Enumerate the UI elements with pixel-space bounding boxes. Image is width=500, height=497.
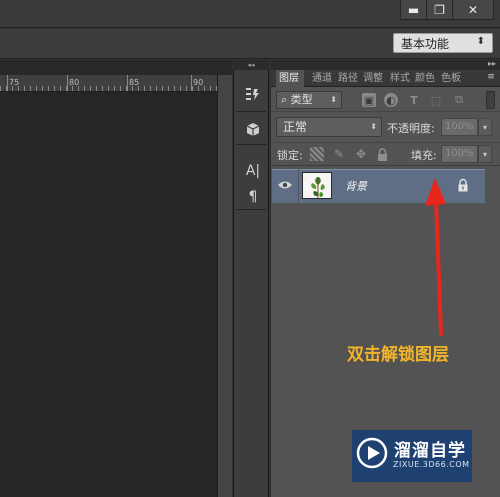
tab-channels[interactable]: 通道 (312, 70, 334, 87)
lock-label: 锁定: (277, 149, 303, 162)
tab-styles[interactable]: 样式 (390, 70, 410, 87)
filter-smartobject-icon[interactable]: ⧉ (452, 93, 466, 107)
character-icon[interactable]: A| (244, 162, 262, 180)
ruler-major-tick (7, 75, 8, 91)
blend-mode-select[interactable]: 正常 ⬍ (276, 117, 382, 137)
tab-swatches[interactable]: 色板 (441, 70, 463, 87)
ruler-label: 90 (193, 78, 204, 87)
history-icon-graphic (246, 88, 259, 100)
watermark-url: ZIXUE.3D66.COM (393, 460, 470, 469)
lock-all-graphic (377, 147, 387, 161)
cube-icon-graphic (246, 123, 260, 136)
fill-label: 填充: (411, 149, 437, 162)
ruler-label: 75 (9, 78, 20, 87)
history-icon[interactable] (244, 85, 262, 103)
layer-filter-select[interactable]: ⌕ 类型 ⬍ (276, 91, 342, 109)
lock-image-brush-icon[interactable]: ✎ (332, 147, 346, 161)
tab-color[interactable]: 颜色 (415, 70, 435, 87)
tab-adjustments[interactable]: 调整 (363, 70, 384, 87)
panel-tab-bar (271, 70, 500, 87)
play-logo-icon (356, 437, 388, 469)
annotation-arrow (425, 178, 446, 336)
lock-position-icon[interactable]: ✥ (354, 147, 368, 161)
filter-pixel-icon[interactable]: ▣ (362, 93, 376, 107)
workspace-select[interactable]: 基本功能 ⬍ (393, 33, 493, 53)
layer-name[interactable]: 背景 (345, 178, 367, 194)
tab-paths[interactable]: 路径 (338, 70, 358, 87)
strip-collapse-button[interactable]: ◂◂ (233, 60, 269, 70)
filter-kind-label: 类型 (290, 93, 313, 106)
search-icon: ⌕ (281, 93, 291, 106)
opacity-label: 不透明度: (387, 122, 435, 135)
lock-transparent-icon[interactable] (310, 147, 324, 161)
close-button[interactable]: ✕ (452, 0, 494, 20)
annotation-text: 双击解锁图层 (347, 345, 449, 365)
canvas[interactable] (0, 93, 217, 497)
opacity-dropdown-button[interactable]: ▾ (478, 118, 492, 136)
fill-field[interactable]: 100% (441, 145, 478, 163)
ruler-label: 80 (69, 78, 80, 87)
restore-button[interactable]: ❐ (426, 0, 453, 20)
logo-graphic (356, 437, 388, 469)
panel-scroll-gutter (485, 169, 500, 203)
tab-layers[interactable]: 图层 (276, 70, 304, 87)
eye-graphic (278, 181, 292, 189)
lock-icon[interactable] (457, 178, 469, 192)
ruler-major-tick (127, 75, 128, 91)
horizontal-ruler: 75 80 85 90 (0, 75, 217, 92)
layer-row-divider (298, 169, 299, 203)
fill-dropdown-button[interactable]: ▾ (478, 145, 492, 163)
chevron-updown-icon: ⬍ (370, 122, 377, 131)
chevron-updown-icon: ⬍ (330, 95, 337, 104)
panel-header: ▸▸ (271, 59, 500, 70)
lock-all-icon[interactable] (375, 147, 389, 161)
opacity-field[interactable]: 100% (441, 118, 478, 136)
lock-graphic (458, 178, 468, 192)
ruler-major-tick (191, 75, 192, 91)
3d-cube-icon[interactable] (244, 121, 262, 139)
layer-thumbnail[interactable] (302, 172, 332, 199)
eye-icon[interactable] (276, 177, 294, 193)
watermark-title: 溜溜自学 (394, 441, 466, 461)
chevron-updown-icon: ⬍ (476, 36, 485, 47)
panel-expand-button[interactable]: ▸▸ (488, 59, 496, 68)
vertical-scrollbar[interactable] (217, 75, 232, 497)
minimize-button[interactable]: ▬ (400, 0, 427, 20)
blend-mode-label: 正常 (283, 120, 308, 134)
thumbnail-plant-image (303, 173, 331, 198)
filter-adjustment-icon[interactable]: ◐ (384, 93, 398, 107)
ruler-label: 85 (129, 78, 140, 87)
filter-toggle-switch[interactable] (486, 91, 495, 109)
filter-shape-icon[interactable]: ⬚ (429, 93, 443, 107)
ruler-ticks (0, 86, 217, 91)
workspace-label: 基本功能 (401, 36, 450, 51)
ruler-major-tick (67, 75, 68, 91)
paragraph-icon[interactable]: ¶ (244, 188, 262, 206)
panel-menu-icon[interactable]: ≡ (484, 72, 498, 84)
filter-type-icon[interactable]: T (407, 93, 421, 107)
